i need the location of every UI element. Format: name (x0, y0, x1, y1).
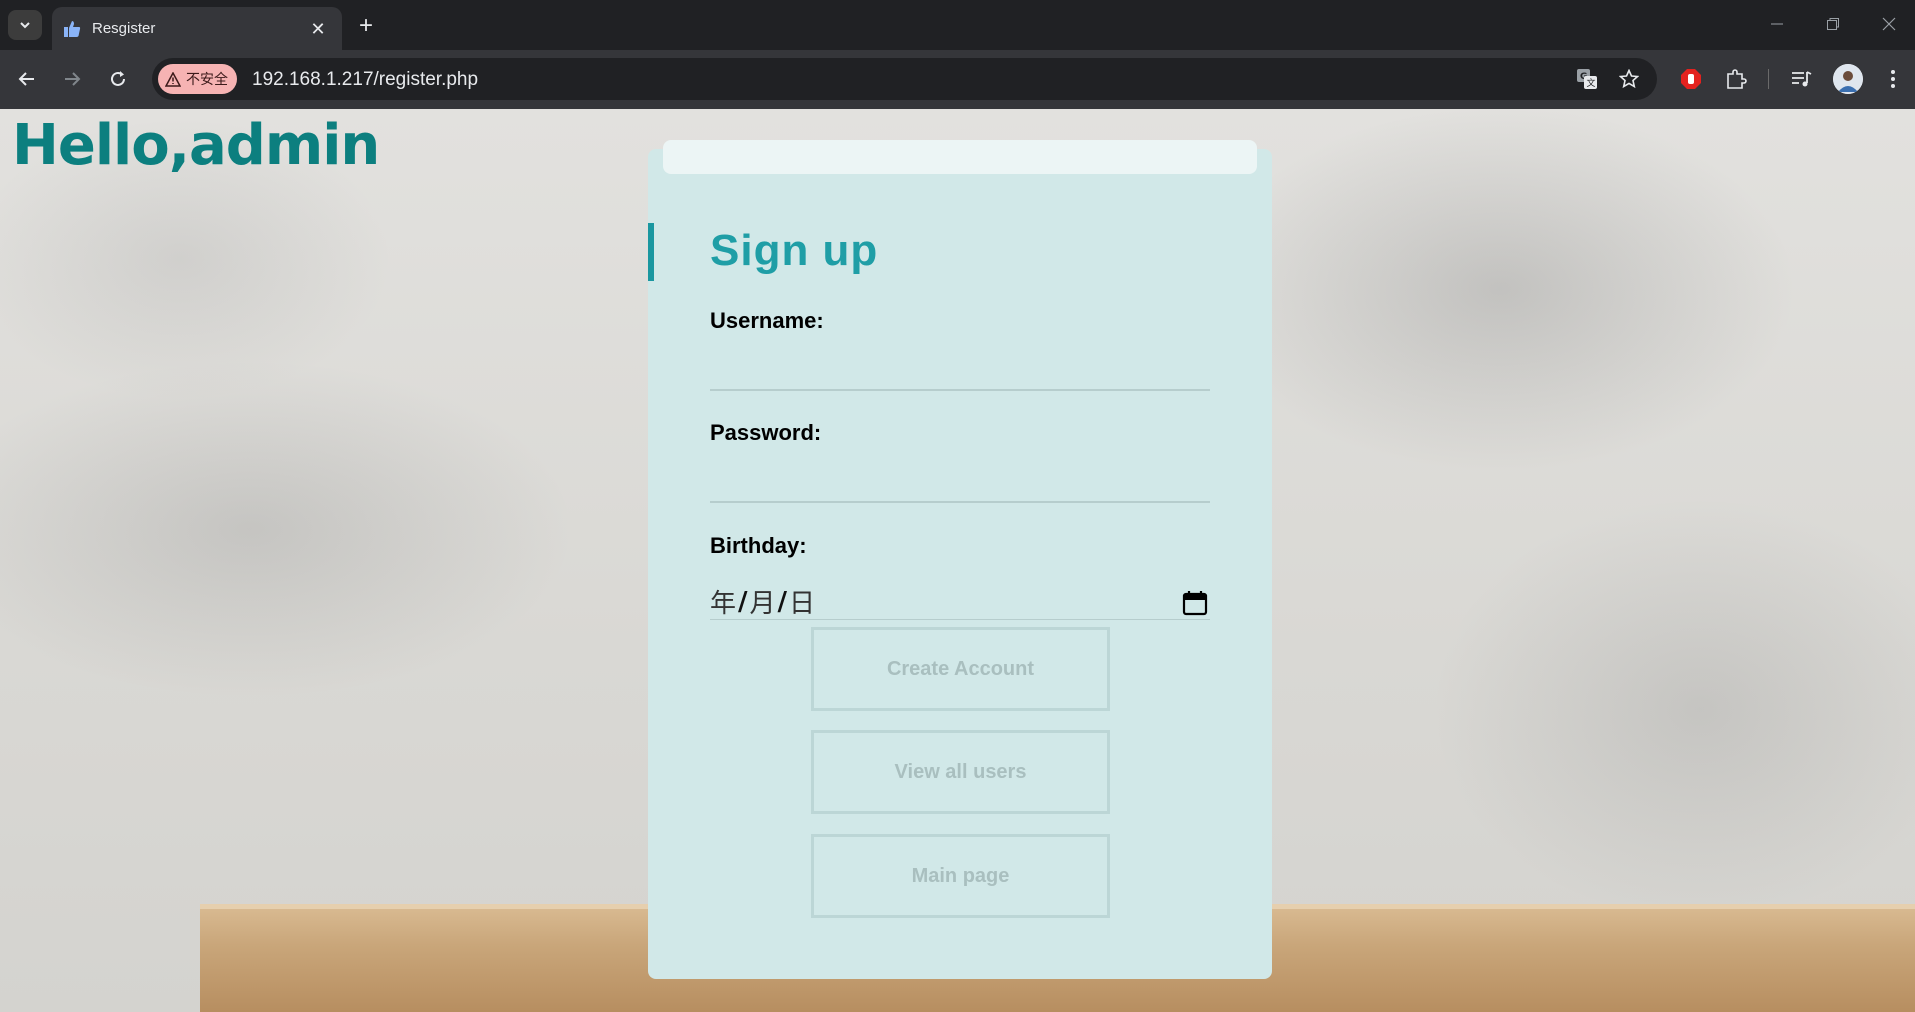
thumbs-up-icon (62, 19, 82, 39)
birthday-day-segment[interactable]: 日 (789, 583, 815, 620)
card-top-strip (663, 140, 1257, 174)
security-chip-label: 不安全 (186, 71, 228, 87)
birthday-date-input[interactable]: 年 / 月 / 日 (710, 584, 1210, 620)
view-all-users-button[interactable]: View all users (811, 730, 1110, 814)
translate-icon[interactable]: G文 (1575, 67, 1599, 91)
media-icon[interactable] (1786, 64, 1816, 94)
greeting-heading: Hello,admin (12, 113, 380, 178)
title-accent-bar (648, 223, 654, 281)
signup-title: Sign up (710, 226, 879, 275)
star-icon[interactable] (1617, 67, 1641, 91)
toolbar-divider (1768, 69, 1769, 89)
window-close-icon[interactable] (1867, 8, 1911, 40)
calendar-icon[interactable] (1182, 590, 1208, 616)
extensions-icon[interactable] (1721, 64, 1751, 94)
date-separator: / (777, 586, 788, 617)
birthday-label: Birthday: (710, 533, 807, 558)
profile-avatar[interactable] (1833, 64, 1863, 94)
create-account-button[interactable]: Create Account (811, 627, 1110, 711)
forward-icon[interactable] (57, 64, 87, 94)
security-chip[interactable]: 不安全 (158, 64, 237, 94)
close-icon[interactable]: ✕ (306, 17, 330, 41)
password-label: Password: (710, 420, 822, 445)
birthday-month-segment[interactable]: 月 (750, 583, 776, 620)
page-viewport: Hello,admin Sign up Username: Password: … (0, 109, 1915, 1012)
warning-icon (165, 71, 181, 87)
password-input[interactable] (710, 467, 1210, 503)
menu-icon[interactable] (1878, 64, 1908, 94)
username-input[interactable] (710, 355, 1210, 391)
tab-register[interactable]: Resgister ✕ (52, 7, 342, 50)
back-icon[interactable] (12, 64, 42, 94)
svg-text:文: 文 (1587, 77, 1596, 89)
tab-search-button[interactable] (8, 10, 42, 40)
new-tab-button[interactable]: + (352, 12, 380, 40)
tab-title: Resgister (92, 20, 156, 37)
chevron-down-icon (20, 22, 30, 29)
reload-icon[interactable] (103, 64, 133, 94)
maximize-icon[interactable] (1811, 8, 1855, 40)
date-separator: / (738, 586, 748, 617)
username-label: Username: (710, 308, 824, 333)
tab-bar: Resgister ✕ + (0, 0, 1915, 50)
main-page-button[interactable]: Main page (811, 834, 1110, 918)
minimize-icon[interactable] (1755, 8, 1799, 40)
birthday-year-segment[interactable]: 年 (710, 583, 736, 620)
address-bar[interactable]: 不安全 192.168.1.217/register.php G文 (152, 58, 1657, 100)
adblock-icon[interactable] (1676, 64, 1706, 94)
url-text[interactable]: 192.168.1.217/register.php (252, 69, 478, 91)
browser-toolbar: 不安全 192.168.1.217/register.php G文 (0, 50, 1915, 109)
